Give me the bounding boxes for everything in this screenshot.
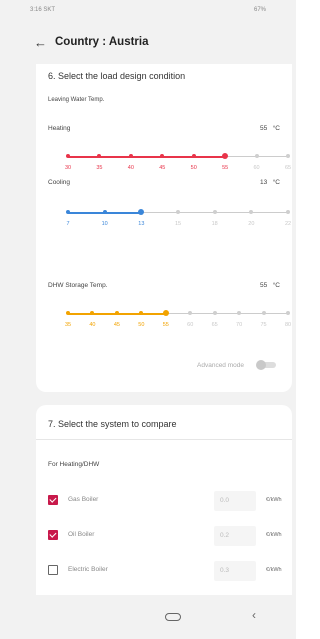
slider-tick-label: 13: [138, 221, 145, 227]
slider-step-dot[interactable]: [66, 311, 70, 315]
oil-boiler-price-input[interactable]: 0.2: [214, 526, 256, 546]
dhw-ticks: 35 40 45 50 55 60 65 70 75 80: [65, 322, 291, 330]
section6-subtitle: Leaving Water Temp.: [48, 97, 105, 103]
section6-title: 6. Select the load design condition: [48, 71, 186, 81]
slider-tick-label: 75: [260, 322, 267, 328]
electric-boiler-checkbox[interactable]: [48, 565, 58, 575]
slider-step-dot[interactable]: [114, 311, 119, 315]
slider-step-dot[interactable]: [102, 210, 107, 214]
slider-tick-label: 7: [66, 221, 70, 227]
slider-step-dot[interactable]: [66, 210, 70, 214]
arrow-left-icon[interactable]: ←: [34, 35, 47, 50]
slider-tick-label: 35: [96, 165, 103, 171]
heating-label: Heating: [48, 125, 71, 132]
slider-tick-label: 80: [284, 322, 292, 328]
slider-tick-label: 60: [187, 322, 194, 328]
electric-boiler-price-input[interactable]: 0.3: [214, 561, 256, 581]
gas-boiler-checkbox[interactable]: [48, 495, 58, 505]
slider-step-dot[interactable]: [261, 311, 266, 315]
electric-boiler-label: Electric Boiler: [68, 566, 108, 573]
slider-tick-label: 55: [162, 322, 169, 328]
phone-screen: 3:16 SKT 67% ← Country : Austria 6. Sele…: [0, 0, 296, 639]
cooling-label: Cooling: [48, 179, 71, 186]
slider-tick-label: 50: [190, 165, 197, 171]
slider-step-dot[interactable]: [254, 154, 259, 158]
section7-title: 7. Select the system to compare: [48, 419, 177, 429]
back-chevron-icon[interactable]: ‹: [252, 608, 256, 622]
slider-fill: [68, 155, 226, 158]
slider-tick-label: 55: [222, 165, 229, 171]
advanced-mode-label: Advanced mode: [197, 362, 244, 369]
oil-boiler-checkbox[interactable]: [48, 530, 58, 540]
slider-step-dot[interactable]: [237, 311, 242, 315]
slider-step-dot[interactable]: [128, 154, 133, 158]
slider-tick-label: 65: [211, 322, 218, 328]
slider-tick-label: 15: [174, 221, 182, 227]
status-battery: 67%: [253, 7, 266, 13]
heating-value: 55 °C: [260, 125, 280, 132]
status-bar: 3:16 SKT 67%: [0, 0, 296, 20]
page-title: Country : Austria: [55, 36, 149, 48]
slider-tick-label: 60: [253, 165, 260, 171]
home-pill-icon[interactable]: [165, 613, 181, 621]
app-bar: ← Country : Austria: [0, 20, 296, 64]
slider-tick-label: 40: [89, 322, 96, 328]
toggle-knob: [256, 360, 266, 370]
electric-boiler-unit: €/kWh: [266, 567, 282, 573]
slider-tick-label: 45: [159, 165, 166, 171]
slider-tick-label: 10: [101, 221, 108, 227]
list-item-oil-boiler: Oil Boiler 0.2 €/kWh: [48, 526, 292, 546]
slider-tick-label: 45: [113, 322, 120, 328]
cooling-ticks: 7 10 13 15 18 20 22: [66, 221, 291, 229]
status-time: 3:16 SKT: [30, 7, 56, 13]
system-compare-card: 7. Select the system to compare For Heat…: [36, 405, 292, 595]
gas-boiler-unit: €/kWh: [266, 497, 282, 503]
slider-step-dot[interactable]: [286, 311, 290, 315]
oil-boiler-unit: €/kWh: [266, 532, 282, 538]
section7-subtitle: For Heating/DHW: [48, 461, 100, 468]
slider-tick-label: 30: [64, 165, 72, 171]
slider-thumb[interactable]: [138, 209, 145, 215]
slider-step-dot[interactable]: [188, 311, 193, 315]
slider-step-dot[interactable]: [176, 210, 180, 214]
dhw-label: DHW Storage Temp.: [48, 282, 108, 289]
slider-step-dot[interactable]: [286, 210, 290, 214]
slider-tick-label: 22: [284, 221, 292, 227]
slider-step-dot[interactable]: [212, 210, 217, 214]
gas-boiler-label: Gas Boiler: [68, 496, 99, 503]
nav-bar: ‹: [0, 603, 296, 639]
advanced-mode-toggle[interactable]: [256, 360, 278, 370]
slider-tick-label: 65: [284, 165, 292, 171]
slider-step-dot[interactable]: [66, 154, 70, 158]
list-item-gas-boiler: Gas Boiler 0.0 €/kWh: [48, 491, 292, 511]
cooling-value: 13 °C: [260, 179, 280, 186]
slider-tick-label: 70: [236, 322, 243, 328]
list-item-electric-boiler: Electric Boiler 0.3 €/kWh: [48, 561, 292, 581]
gas-boiler-price-input[interactable]: 0.0: [214, 491, 256, 511]
slider-tick-label: 35: [64, 322, 72, 328]
slider-step-dot[interactable]: [249, 210, 254, 214]
slider-step-dot[interactable]: [191, 154, 196, 158]
slider-tick-label: 20: [248, 221, 255, 227]
slider-tick-label: 40: [127, 165, 134, 171]
slider-tick-label: 50: [138, 322, 145, 328]
load-design-card: 6. Select the load design condition Leav…: [36, 64, 292, 392]
section-divider: [36, 439, 292, 440]
slider-thumb[interactable]: [222, 153, 229, 159]
oil-boiler-label: Oil Boiler: [68, 531, 95, 538]
heating-ticks: 30 35 40 45 50 55 60 65: [65, 165, 291, 173]
slider-step-dot[interactable]: [212, 311, 217, 315]
dhw-value: 55 °C: [260, 282, 280, 289]
slider-tick-label: 18: [211, 221, 218, 227]
slider-thumb[interactable]: [162, 310, 169, 316]
slider-step-dot[interactable]: [286, 154, 290, 158]
